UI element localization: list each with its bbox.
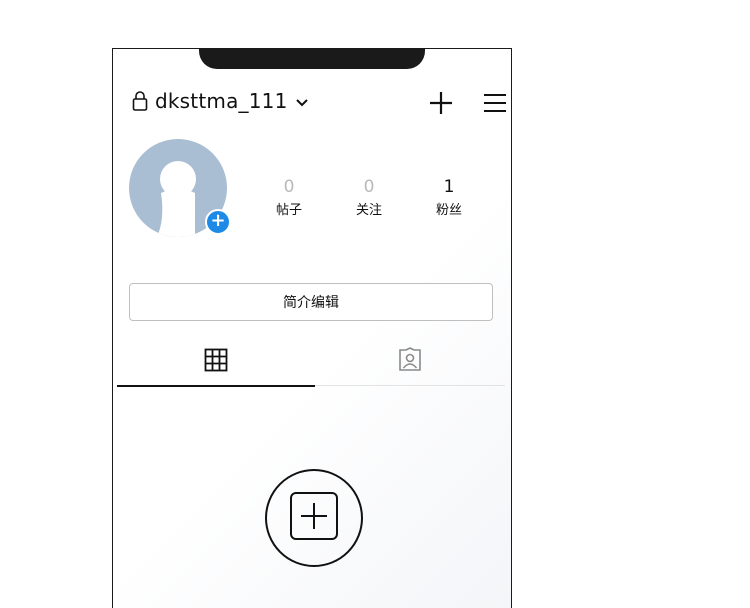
posts-count: 0 <box>283 177 295 197</box>
grid-icon <box>204 348 228 376</box>
phone-frame: dksttma_111 + 0 帖子 0 关注 1 粉丝 简介编辑 <box>112 48 512 608</box>
new-post-plus-icon[interactable] <box>429 91 453 115</box>
stat-followers[interactable]: 1 粉丝 <box>419 177 479 218</box>
edit-profile-button[interactable]: 简介编辑 <box>129 283 493 321</box>
plus-square-icon <box>289 491 339 545</box>
tagged-icon <box>397 347 423 377</box>
followers-label: 粉丝 <box>435 203 462 218</box>
phone-notch <box>199 49 425 69</box>
tab-posts-grid[interactable] <box>117 339 315 387</box>
followers-count: 1 <box>443 177 455 197</box>
lock-icon <box>131 90 149 112</box>
posts-label: 帖子 <box>275 203 302 218</box>
stat-following[interactable]: 0 关注 <box>339 177 399 218</box>
tab-tagged[interactable] <box>315 339 505 386</box>
add-avatar-button[interactable]: + <box>205 209 231 235</box>
chevron-down-icon[interactable] <box>294 95 310 111</box>
hamburger-menu-icon[interactable] <box>483 93 507 113</box>
create-first-post-button[interactable] <box>265 469 363 567</box>
stat-posts[interactable]: 0 帖子 <box>259 177 319 218</box>
following-label: 关注 <box>355 203 382 218</box>
following-count: 0 <box>363 177 375 197</box>
username: dksttma_111 <box>155 89 288 113</box>
account-switcher[interactable]: dksttma_111 <box>131 89 310 113</box>
